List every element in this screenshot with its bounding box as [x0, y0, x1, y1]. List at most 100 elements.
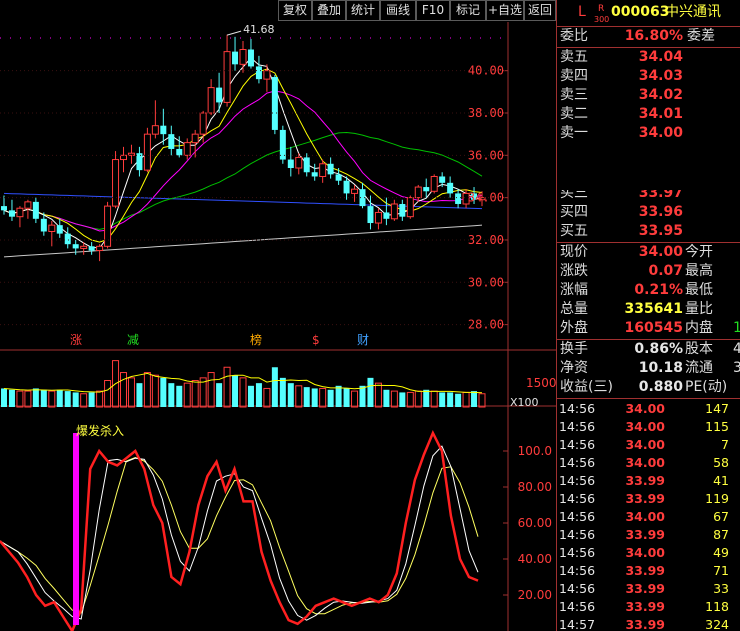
candle-body-down — [8, 210, 15, 217]
volume-bar — [191, 380, 199, 408]
tick-volume: 118 — [705, 599, 729, 614]
statistics-button[interactable]: 统计 — [346, 0, 380, 21]
stat-value: 335641 — [624, 301, 683, 317]
tick-time: 14:56 — [559, 527, 596, 542]
candle-body-up — [295, 156, 303, 169]
tick-row: 14:56 33.99 118 — [557, 598, 740, 616]
draw-line-button[interactable]: 画线 — [380, 0, 416, 21]
candle-body-down — [56, 225, 63, 234]
tick-volume: 324 — [705, 617, 729, 631]
ask-label: 卖四 — [560, 68, 588, 84]
tick-time: 14:56 — [559, 401, 596, 416]
restore-rights-button[interactable]: 复权 — [278, 0, 312, 21]
ask-label: 卖一 — [560, 125, 588, 141]
candle-body-down — [383, 212, 390, 219]
tick-price: 34.00 — [625, 509, 665, 524]
tick-list[interactable]: 14:56 34.00 147 14:56 34.00 115 14:56 34.00 7 14:… — [557, 400, 740, 631]
volume-bar — [176, 385, 183, 407]
price-tick-label: 40.00 — [468, 64, 504, 78]
ask-label: 卖五 — [560, 49, 588, 65]
volume-bar — [247, 385, 254, 407]
overlay-button[interactable]: 叠加 — [312, 0, 346, 21]
back-button[interactable]: 返回 — [524, 0, 556, 21]
indicator-tick-label: 40.00 — [518, 552, 552, 566]
indicator-tick-label: 100.0 — [518, 444, 552, 458]
ratio-label: 委比 — [560, 28, 588, 44]
tick-row: 14:56 33.99 71 — [557, 562, 740, 580]
indicator-tick-label: 80.00 — [518, 480, 552, 494]
candle-body-down — [455, 193, 462, 204]
volume-bar — [160, 377, 167, 407]
candle-body-up — [223, 51, 231, 103]
volume-bar — [303, 387, 310, 407]
tick-price: 34.00 — [625, 455, 665, 470]
volume-bar — [16, 390, 24, 408]
tick-row: 14:56 34.00 67 — [557, 508, 740, 526]
volume-bar — [335, 385, 342, 407]
stat-label: 外盘 — [560, 320, 588, 336]
add-watchlist-button[interactable]: +自选 — [486, 0, 524, 21]
volume-bar — [207, 372, 215, 408]
chart-toolbar: 复权 叠加 统计 画线 F10 标记 +自选 返回 — [0, 0, 556, 22]
stat-row: 外盘 160545内盘 1 — [557, 319, 740, 338]
ask-row: 卖五 34.04 — [557, 48, 740, 67]
stat-label-2: 股本 — [685, 341, 713, 357]
tick-price: 33.99 — [625, 563, 665, 578]
tick-time: 14:56 — [559, 455, 596, 470]
tick-row: 14:56 33.99 87 — [557, 526, 740, 544]
ask-row: 卖四 34.03 — [557, 67, 740, 86]
volume-bar — [32, 388, 39, 407]
volume-bar — [367, 377, 374, 407]
volume-bar — [478, 393, 486, 408]
bid-ask-ratio-row: 委比 16.80% 委差 — [557, 27, 740, 46]
stat-row: 涨幅 0.21% 最低 — [557, 281, 740, 300]
stat-label-2: PE(动) — [685, 379, 728, 395]
volume-bar — [311, 388, 318, 407]
tick-volume: 67 — [713, 509, 729, 524]
f10-button[interactable]: F10 — [416, 0, 450, 21]
tick-row: 14:56 34.00 115 — [557, 418, 740, 436]
volume-bar — [239, 377, 247, 408]
candle-body-down — [255, 66, 262, 80]
bid-price: 33.96 — [638, 204, 683, 220]
volume-bar — [374, 382, 382, 408]
bid-label: 买五 — [560, 223, 588, 239]
event-tag: 榜 — [250, 332, 262, 347]
high-pointer — [226, 30, 242, 36]
candle-body-down — [271, 77, 278, 130]
tick-time: 14:56 — [559, 581, 596, 596]
volume-bar — [430, 390, 438, 408]
candle-body-up — [24, 201, 32, 209]
stat-value: 160545 — [624, 320, 683, 336]
volume-bar — [359, 385, 366, 407]
tick-time: 14:56 — [559, 599, 596, 614]
price-tick-label: 36.00 — [468, 148, 504, 162]
candle-body-down — [303, 157, 310, 173]
ask-row: 卖一 34.00 — [557, 124, 740, 143]
mark-button[interactable]: 标记 — [450, 0, 486, 21]
candle-body-down — [311, 172, 318, 177]
candle-body-down — [423, 187, 430, 192]
ask-label: 卖二 — [560, 106, 588, 122]
kline-chart[interactable]: 40.00 38.00 36.00 34.00 32.00 30.00 28.00 15000… — [0, 22, 556, 631]
bid-row: 买四 33.96 — [557, 203, 740, 222]
signal-bar — [73, 433, 79, 625]
stat-label: 总量 — [560, 301, 588, 317]
candle-body-down — [399, 203, 406, 217]
candle-body-down — [88, 246, 95, 251]
tick-row: 14:56 34.00 58 — [557, 454, 740, 472]
stat-value: 10.18 — [638, 360, 683, 376]
tick-volume: 119 — [705, 491, 729, 506]
quote-panel: L R 300 000063 中兴通讯 委比 16.80% 委差 卖五 34.04… — [556, 0, 740, 631]
indicator-tick-label: 20.00 — [518, 588, 552, 602]
volume-bar — [183, 382, 191, 408]
bid-price: 33.95 — [638, 223, 683, 239]
candle-body-up — [120, 154, 127, 161]
tick-price: 33.99 — [625, 491, 665, 506]
stat-row: 换手 0.86%股本 4 — [557, 340, 740, 359]
volume-bar — [414, 390, 422, 408]
ask-price: 34.04 — [638, 49, 683, 65]
stat-label: 收益(三) — [560, 379, 613, 395]
volume-bar — [143, 372, 151, 408]
candle-body-up — [143, 133, 151, 171]
